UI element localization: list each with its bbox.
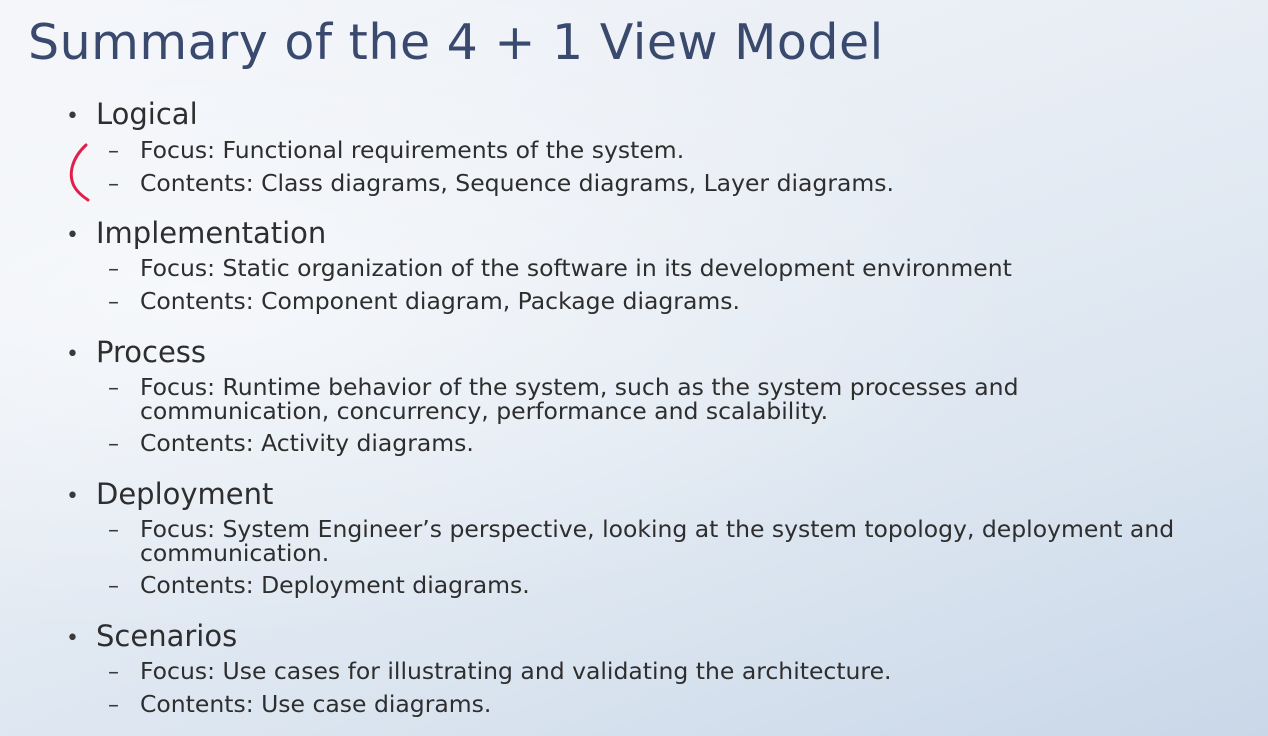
implementation-contents: Contents: Component diagram, Package dia… [140, 287, 740, 315]
section-title-scenarios: Scenarios [96, 619, 238, 653]
dash-icon: – [108, 574, 119, 599]
dash-icon: – [108, 660, 119, 685]
dash-icon: – [108, 693, 119, 718]
process-contents: Contents: Activity diagrams. [140, 429, 474, 457]
bullet-icon: • [66, 626, 79, 651]
implementation-focus: Focus: Static organization of the softwa… [140, 254, 1012, 282]
dash-icon: – [108, 139, 119, 164]
bullet-icon: • [66, 223, 79, 248]
logical-contents: Contents: Class diagrams, Sequence diagr… [140, 169, 894, 197]
section-title-deployment: Deployment [96, 477, 274, 511]
bullet-icon: • [66, 104, 79, 129]
scenarios-focus: Focus: Use cases for illustrating and va… [140, 657, 892, 685]
red-bracket-annotation-icon [69, 143, 90, 202]
bullet-icon: • [66, 484, 79, 509]
section-title-logical: Logical [96, 97, 198, 131]
dash-icon: – [108, 290, 119, 315]
scenarios-contents: Contents: Use case diagrams. [140, 690, 492, 718]
logical-focus: Focus: Functional requirements of the sy… [140, 136, 685, 164]
dash-icon: – [108, 257, 119, 282]
deployment-focus: Focus: System Engineer’s perspective, lo… [140, 515, 1175, 567]
slide-title: Summary of the 4 + 1 View Model [28, 14, 884, 71]
dash-icon: – [108, 432, 119, 457]
section-title-implementation: Implementation [96, 216, 327, 250]
deployment-contents: Contents: Deployment diagrams. [140, 571, 530, 599]
dash-icon: – [108, 172, 119, 197]
dash-icon: – [108, 376, 119, 401]
section-title-process: Process [96, 335, 207, 369]
process-focus: Focus: Runtime behavior of the system, s… [140, 373, 1019, 425]
bullet-icon: • [66, 342, 79, 367]
dash-icon: – [108, 518, 119, 543]
